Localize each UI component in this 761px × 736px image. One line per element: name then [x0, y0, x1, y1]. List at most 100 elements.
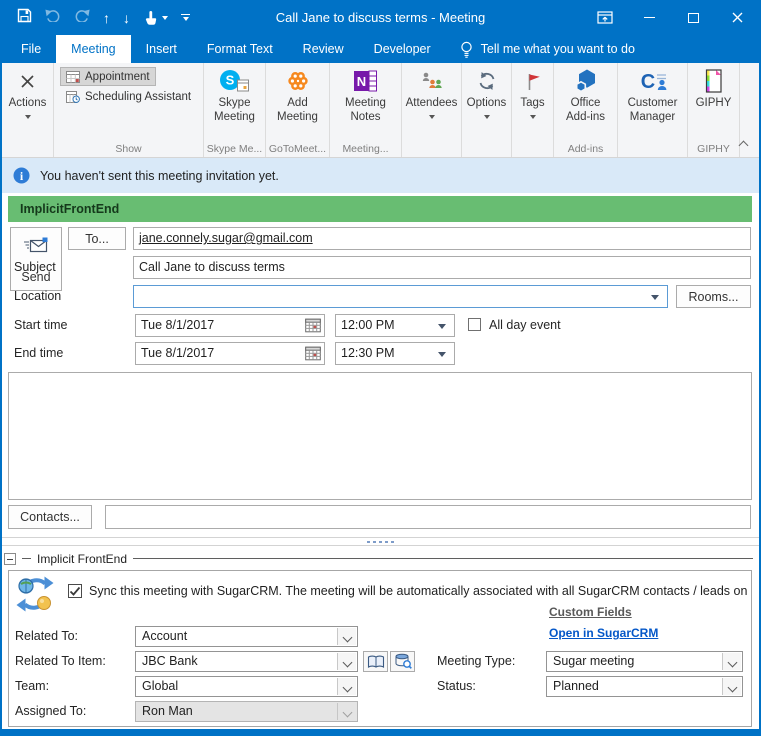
- ribbon-group-gotomeeting: Add Meeting GoToMeet...: [266, 63, 330, 157]
- ribbon-group-options: Options: [462, 63, 512, 157]
- dropdown-chevron-icon[interactable]: [337, 653, 356, 670]
- redo-icon[interactable]: [74, 8, 90, 27]
- save-icon[interactable]: [17, 8, 32, 28]
- office-addins-cube-icon: [573, 68, 599, 94]
- dropdown-chevron-icon[interactable]: [337, 678, 356, 695]
- infobar-message: You haven't sent this meeting invitation…: [40, 169, 279, 183]
- section-rule: [133, 558, 753, 559]
- scheduling-assistant-label: Scheduling Assistant: [85, 91, 191, 103]
- appointment-icon: [66, 70, 80, 83]
- custom-fields-link[interactable]: Custom Fields: [549, 605, 632, 619]
- ribbon-display-options-button[interactable]: [583, 0, 627, 35]
- status-combobox[interactable]: Planned: [546, 676, 743, 697]
- attendees-button[interactable]: Attendees: [402, 63, 461, 157]
- tab-meeting[interactable]: Meeting: [56, 35, 130, 63]
- collapse-section-icon[interactable]: [4, 553, 16, 565]
- scheduling-assistant-icon: [66, 90, 80, 103]
- collapse-ribbon-icon[interactable]: [739, 141, 749, 151]
- dropdown-chevron-icon[interactable]: [337, 628, 356, 645]
- dropdown-chevron-icon[interactable]: [722, 653, 741, 670]
- contacts-button[interactable]: Contacts...: [8, 505, 92, 529]
- allday-checkbox[interactable]: [468, 318, 481, 331]
- related-to-combobox[interactable]: Account: [135, 626, 358, 647]
- sync-checkbox[interactable]: [68, 584, 82, 598]
- giphy-icon: [702, 68, 726, 94]
- rooms-button[interactable]: Rooms...: [676, 285, 751, 308]
- end-time-label: End time: [14, 342, 63, 365]
- window-border-left: [0, 0, 2, 736]
- touch-mouse-mode-button[interactable]: [143, 10, 168, 26]
- tab-file[interactable]: File: [6, 35, 56, 63]
- tab-developer[interactable]: Developer: [359, 35, 446, 63]
- to-field[interactable]: jane.connely.sugar@gmail.com: [133, 227, 751, 250]
- meeting-notes-label: Meeting Notes: [338, 97, 394, 125]
- options-sync-icon: [477, 68, 497, 94]
- pane-splitter[interactable]: [0, 537, 761, 546]
- tab-insert[interactable]: Insert: [131, 35, 192, 63]
- tell-me-label: Tell me what you want to do: [481, 42, 635, 56]
- customer-manager-label: Customer Manager: [622, 97, 684, 125]
- assigned-to-label: Assigned To:: [15, 701, 86, 722]
- chevron-down-icon: [162, 16, 168, 20]
- tell-me-box[interactable]: Tell me what you want to do: [446, 35, 649, 63]
- end-date-picker[interactable]: Tue 8/1/2017: [135, 342, 325, 365]
- dropdown-chevron-icon: [337, 703, 356, 720]
- dropdown-arrow-icon[interactable]: [438, 352, 446, 357]
- implicit-frontend-section-header: Implicit FrontEnd: [4, 551, 753, 566]
- related-to-value: Account: [142, 629, 187, 643]
- appointment-button[interactable]: Appointment: [60, 67, 156, 86]
- open-in-sugarcrm-link[interactable]: Open in SugarCRM: [549, 626, 658, 640]
- team-combobox[interactable]: Global: [135, 676, 358, 697]
- chevron-down-icon: [530, 115, 536, 119]
- address-book-button[interactable]: [363, 651, 388, 672]
- dropdown-chevron-icon[interactable]: [722, 678, 741, 695]
- actions-button[interactable]: Actions: [2, 63, 53, 157]
- maximize-button[interactable]: [671, 0, 715, 35]
- start-time-combobox[interactable]: 12:00 PM: [335, 314, 455, 337]
- group-label-skype: Skype Me...: [204, 143, 265, 155]
- contacts-field[interactable]: [105, 505, 751, 529]
- dropdown-arrow-icon[interactable]: [651, 295, 659, 300]
- message-body-editor[interactable]: [8, 372, 752, 500]
- undo-icon[interactable]: [45, 8, 61, 27]
- ribbon-group-giphy: GIPHY GIPHY: [688, 63, 740, 157]
- ribbon-group-meeting-notes: N Meeting Notes Meeting...: [330, 63, 402, 157]
- checkmark-icon: [69, 586, 81, 597]
- attendees-people-icon: [420, 68, 444, 94]
- calendar-icon[interactable]: [305, 318, 321, 337]
- dropdown-arrow-icon[interactable]: [438, 324, 446, 329]
- skype-meeting-label: Skype Meeting: [207, 97, 263, 125]
- location-combobox[interactable]: [133, 285, 668, 308]
- previous-item-icon[interactable]: ↑: [103, 11, 110, 25]
- next-item-icon[interactable]: ↓: [123, 11, 130, 25]
- customer-manager-icon: C: [638, 68, 668, 94]
- start-date-picker[interactable]: Tue 8/1/2017: [135, 314, 325, 337]
- calendar-icon[interactable]: [305, 346, 321, 365]
- meeting-type-combobox[interactable]: Sugar meeting: [546, 651, 743, 672]
- appointment-label: Appointment: [85, 71, 150, 83]
- recipient-address[interactable]: jane.connely.sugar@gmail.com: [139, 231, 313, 245]
- minimize-button[interactable]: [627, 0, 671, 35]
- titlebar: ↑ ↓ Call Jane to discuss terms - Meeting: [0, 0, 761, 35]
- flag-icon: [525, 68, 541, 94]
- group-label-show: Show: [54, 143, 203, 155]
- maximize-icon: [688, 13, 699, 23]
- tags-button[interactable]: Tags: [512, 63, 553, 157]
- customize-quick-access-icon[interactable]: [181, 14, 190, 22]
- ribbon-group-skype: S Skype Meeting Skype Me...: [204, 63, 266, 157]
- customer-manager-button[interactable]: C Customer Manager: [618, 63, 687, 157]
- subject-field[interactable]: Call Jane to discuss terms: [133, 256, 751, 279]
- svg-text:C: C: [640, 71, 654, 93]
- tab-format-text[interactable]: Format Text: [192, 35, 288, 63]
- ribbon-group-show: Appointment Scheduling Assistant Show: [54, 63, 204, 157]
- options-button[interactable]: Options: [462, 63, 511, 157]
- end-time-combobox[interactable]: 12:30 PM: [335, 342, 455, 365]
- svg-text:S: S: [226, 73, 235, 88]
- meeting-type-value: Sugar meeting: [553, 654, 634, 668]
- tab-review[interactable]: Review: [288, 35, 359, 63]
- scheduling-assistant-button[interactable]: Scheduling Assistant: [60, 87, 197, 106]
- to-button[interactable]: To...: [68, 227, 126, 250]
- close-button[interactable]: [715, 0, 759, 35]
- related-to-item-combobox[interactable]: JBC Bank: [135, 651, 358, 672]
- search-records-button[interactable]: [390, 651, 415, 672]
